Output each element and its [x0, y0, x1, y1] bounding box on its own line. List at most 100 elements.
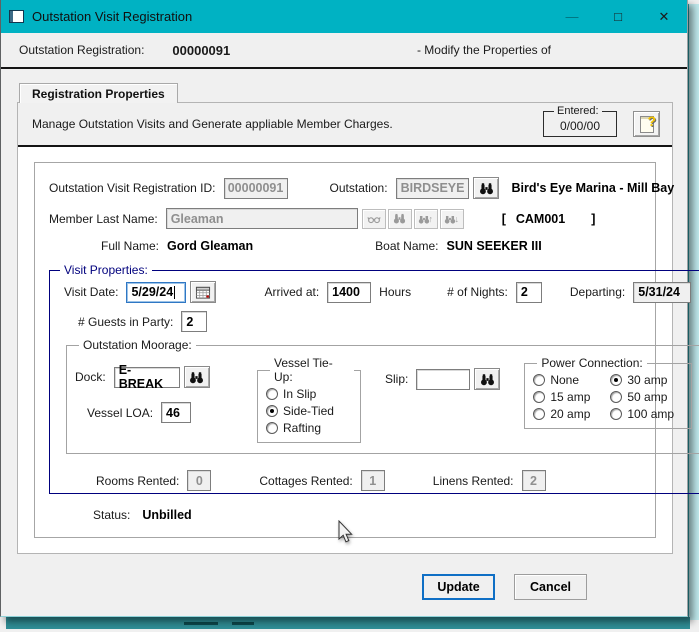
outstation-label: Outstation: — [329, 181, 388, 195]
cancel-button[interactable]: Cancel — [514, 574, 587, 600]
boat-name-label: Boat Name: — [375, 239, 439, 253]
hours-label: Hours — [379, 285, 412, 299]
outstation-moorage-group-label: Outstation Moorage: — [83, 338, 192, 352]
radio-in-slip[interactable]: In Slip — [266, 387, 354, 401]
visit-date-label: Visit Date: — [64, 285, 119, 299]
radio-power-20amp[interactable]: 20 amp — [533, 407, 610, 421]
guests-input[interactable]: 2 — [181, 311, 208, 332]
radio-power-50amp-label: 50 amp — [627, 390, 668, 404]
window-icon — [9, 10, 24, 23]
radio-power-15amp[interactable]: 15 amp — [533, 390, 610, 404]
member-code-bracket-close: ] — [591, 211, 596, 226]
dock-lookup-button[interactable] — [183, 366, 210, 388]
minimize-button[interactable]: — — [549, 0, 595, 33]
window-title: Outstation Visit Registration — [32, 9, 193, 24]
entered-groupbox: Entered: 0/00/00 — [543, 105, 617, 137]
binoculars-icon — [480, 373, 494, 385]
radio-button-icon[interactable] — [266, 422, 278, 434]
linens-rented-field: 2 — [521, 470, 546, 491]
titlebar[interactable]: Outstation Visit Registration — □ ✕ — [1, 0, 687, 33]
member-code: CAM001 — [515, 211, 566, 226]
outstation-registration-label: Outstation Registration: — [19, 43, 145, 57]
member-search-button[interactable] — [361, 208, 386, 229]
radio-rafting-label: Rafting — [283, 421, 322, 435]
boat-name-value: SUN SEEKER III — [446, 239, 542, 253]
arrived-at-input[interactable]: 1400 — [327, 281, 372, 303]
slip-lookup-button[interactable] — [474, 368, 501, 390]
outstation-moorage-group: Outstation Moorage: Dock: E-BREAK Vessel… — [66, 338, 699, 454]
visit-properties-group: Visit Properties: Visit Date: 5/29/24 Ar… — [49, 263, 699, 494]
arrived-at-label: Arrived at: — [264, 285, 320, 299]
close-button[interactable]: ✕ — [641, 0, 687, 33]
radio-side-tied[interactable]: Side-Tied — [266, 404, 354, 418]
screen: Outstation Visit Registration — □ ✕ Outs… — [0, 0, 699, 632]
slip-input[interactable] — [416, 368, 471, 390]
help-button[interactable]: ? — [633, 111, 660, 137]
calendar-button[interactable] — [190, 281, 217, 303]
radio-button-icon[interactable] — [266, 388, 278, 400]
radio-button-icon[interactable] — [533, 374, 546, 386]
outstation-lookup-button[interactable] — [473, 177, 500, 199]
calendar-icon — [196, 286, 211, 299]
status-label: Status: — [93, 508, 131, 522]
nights-input[interactable]: 2 — [515, 281, 542, 303]
member-last-name-label: Member Last Name: — [49, 211, 158, 226]
radio-button-icon[interactable] — [533, 408, 546, 420]
vessel-loa-label: Vessel LOA: — [87, 405, 154, 420]
power-connection-group-label: Power Connection: — [541, 356, 643, 370]
dock-input[interactable]: E-BREAK — [113, 363, 180, 391]
member-find-next-button[interactable]: ↓ — [439, 208, 464, 229]
entered-date: 0/00/00 — [559, 119, 601, 133]
background-artifact — [184, 622, 218, 625]
radio-button-icon[interactable] — [533, 391, 546, 403]
member-code-bracket-open: [ — [501, 211, 506, 226]
guests-label: # Guests in Party: — [78, 314, 174, 329]
slip-label: Slip: — [385, 372, 409, 386]
radio-side-tied-label: Side-Tied — [283, 404, 334, 418]
background-artifact — [232, 622, 254, 625]
tab-registration-properties[interactable]: Registration Properties — [19, 83, 178, 103]
outstation-full-name: Bird's Eye Marina - Mill Bay — [511, 181, 675, 195]
question-mark-icon: ? — [647, 113, 656, 129]
vessel-loa-input[interactable]: 46 — [161, 402, 192, 423]
update-button[interactable]: Update — [422, 574, 495, 600]
departing-label: Departing: — [569, 285, 626, 299]
member-find-previous-button[interactable]: ↑ — [413, 208, 438, 229]
rooms-rented-label: Rooms Rented: — [96, 473, 180, 488]
modify-properties-text: - Modify the Properties of — [416, 43, 551, 57]
visit-registration-id-label: Outstation Visit Registration ID: — [49, 181, 216, 195]
radio-power-100amp[interactable]: 100 amp — [610, 407, 687, 421]
linens-rented-label: Linens Rented: — [432, 473, 514, 488]
radio-rafting[interactable]: Rafting — [266, 421, 354, 435]
radio-button-icon[interactable] — [610, 391, 623, 403]
radio-button-icon[interactable] — [610, 408, 623, 420]
radio-in-slip-label: In Slip — [283, 387, 317, 401]
outstation-registration-number: 00000091 — [172, 42, 231, 58]
visit-date-input[interactable]: 5/29/24 — [126, 281, 187, 303]
departing-field: 5/31/24 — [633, 281, 692, 303]
maximize-button[interactable]: □ — [595, 0, 641, 33]
full-name-value: Gord Gleaman — [167, 239, 254, 253]
background-window-bottom-strip — [6, 617, 690, 629]
binoculars-icon — [480, 182, 493, 194]
visit-properties-group-label: Visit Properties: — [64, 263, 148, 277]
full-name-label: Full Name: — [101, 239, 160, 253]
entered-label: Entered: — [554, 105, 602, 117]
radio-button-icon[interactable] — [610, 374, 623, 386]
binoculars-icon — [394, 213, 406, 224]
glasses-icon — [367, 216, 381, 223]
member-last-name-field[interactable]: Gleaman — [165, 208, 358, 229]
binoculars-icon — [190, 371, 204, 383]
vessel-tie-up-group: Vessel Tie-Up: In Slip Side-Tied Rafting — [257, 356, 361, 443]
cottages-rented-label: Cottages Rented: — [259, 473, 353, 488]
member-find-button[interactable] — [387, 208, 412, 229]
radio-power-30amp[interactable]: 30 amp — [610, 373, 687, 387]
rooms-rented-field: 0 — [187, 470, 212, 491]
manage-visits-description: Manage Outstation Visits and Generate ap… — [32, 117, 393, 131]
radio-button-icon[interactable] — [266, 405, 278, 417]
radio-power-none[interactable]: None — [533, 373, 610, 387]
text-caret — [174, 285, 176, 299]
vessel-tie-up-group-label: Vessel Tie-Up: — [274, 356, 333, 384]
radio-power-50amp[interactable]: 50 amp — [610, 390, 687, 404]
radio-power-none-label: None — [550, 373, 580, 387]
